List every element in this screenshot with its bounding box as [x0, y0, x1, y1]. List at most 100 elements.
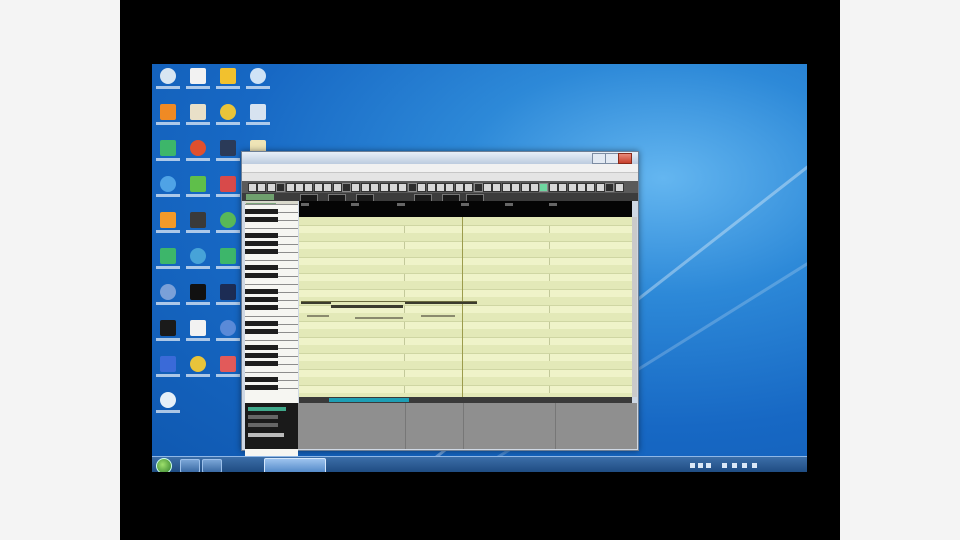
recycle-bin-icon[interactable]: [156, 68, 180, 89]
black-key[interactable]: [245, 289, 278, 294]
toolbar-button[interactable]: [257, 183, 267, 192]
timeline-ruler[interactable]: [299, 201, 632, 217]
document-icon[interactable]: [186, 68, 210, 89]
toolbar-button[interactable]: [295, 183, 304, 192]
toolbar-button[interactable]: [567, 183, 577, 192]
track-selector[interactable]: [246, 194, 274, 200]
note[interactable]: [331, 305, 403, 308]
maximize-button[interactable]: [605, 153, 619, 164]
chrome-alt-icon[interactable]: [156, 248, 180, 269]
black-key[interactable]: [245, 305, 278, 310]
green-app-icon[interactable]: [186, 176, 210, 197]
utility-icon[interactable]: [186, 248, 210, 269]
toolbar-button[interactable]: [285, 183, 295, 192]
toolbar-button[interactable]: [464, 183, 474, 192]
paint-app-icon[interactable]: [216, 104, 240, 125]
chrome-2-icon[interactable]: [216, 248, 240, 269]
chrome-icon[interactable]: [156, 140, 180, 161]
toolbar-button[interactable]: [342, 183, 351, 192]
refresh-icon[interactable]: [216, 212, 240, 233]
toolbar-button[interactable]: [313, 183, 323, 192]
explorer-button[interactable]: [180, 459, 200, 472]
tray-icon[interactable]: [722, 463, 727, 468]
toolbar-button[interactable]: [483, 183, 492, 192]
toolbar-button[interactable]: [539, 183, 549, 192]
media-icon[interactable]: [156, 284, 180, 305]
close-button[interactable]: [618, 153, 632, 164]
toolbar-button[interactable]: [454, 183, 464, 192]
parameter-selector[interactable]: [245, 403, 298, 449]
black-key[interactable]: [245, 209, 278, 214]
toolbar-button[interactable]: [614, 183, 624, 192]
toolbar-button[interactable]: [389, 183, 398, 192]
toolbar-button[interactable]: [548, 183, 558, 192]
black-logo-icon[interactable]: [156, 320, 180, 341]
toolbar-button[interactable]: [501, 183, 511, 192]
mail-icon[interactable]: [216, 356, 240, 377]
smiley-app-icon[interactable]: [216, 68, 240, 89]
notepad-icon[interactable]: [156, 392, 180, 413]
shortcut-icon[interactable]: [246, 68, 270, 89]
toolbar-button[interactable]: [586, 183, 596, 192]
blue-letter-icon[interactable]: [156, 356, 180, 377]
toolbar-button[interactable]: [332, 183, 342, 192]
scroll-thumb[interactable]: [329, 398, 409, 402]
grid-app-icon[interactable]: [216, 176, 240, 197]
black-key[interactable]: [245, 241, 278, 246]
tray-icon[interactable]: [706, 463, 711, 468]
toolbar-button[interactable]: [379, 183, 389, 192]
toolbar-button[interactable]: [595, 183, 605, 192]
window-titlebar[interactable]: [242, 152, 638, 164]
toolbar-button[interactable]: [360, 183, 370, 192]
tool-icon[interactable]: [246, 104, 270, 125]
black-key[interactable]: [245, 233, 278, 238]
paper-icon[interactable]: [186, 320, 210, 341]
pinned-app-button[interactable]: [202, 459, 222, 472]
toolbar-button[interactable]: [492, 183, 502, 192]
param-button[interactable]: [248, 433, 284, 437]
black-key[interactable]: [245, 385, 278, 390]
black-key[interactable]: [245, 273, 278, 278]
orange-ball-icon[interactable]: [156, 212, 180, 233]
blue-gear-icon[interactable]: [216, 320, 240, 341]
param-button[interactable]: [248, 407, 286, 411]
param-button[interactable]: [248, 423, 278, 427]
toolbar-button[interactable]: [426, 183, 436, 192]
toolbar-button[interactable]: [520, 183, 530, 192]
param-button[interactable]: [248, 415, 278, 419]
minimize-button[interactable]: [592, 153, 606, 164]
dark-app-icon[interactable]: [186, 212, 210, 233]
toolbar-button[interactable]: [276, 183, 286, 192]
toolbar-button[interactable]: [266, 183, 276, 192]
volume-icon[interactable]: [742, 463, 747, 468]
orange-app-icon[interactable]: [156, 104, 180, 125]
toolbar-button[interactable]: [605, 183, 615, 192]
toolbar-button[interactable]: [577, 183, 586, 192]
network-icon[interactable]: [732, 463, 737, 468]
black-key[interactable]: [245, 353, 278, 358]
ie-icon[interactable]: [156, 176, 180, 197]
parameter-panel[interactable]: [245, 403, 637, 449]
black-key[interactable]: [245, 217, 278, 222]
toolbar-button[interactable]: [445, 183, 455, 192]
toolbar-button[interactable]: [417, 183, 427, 192]
dark-blue-app-icon[interactable]: [216, 284, 240, 305]
toolbar-button[interactable]: [436, 183, 445, 192]
red-app-icon[interactable]: [186, 140, 210, 161]
black-app-icon[interactable]: [186, 284, 210, 305]
toolbar-button[interactable]: [304, 183, 314, 192]
flag-icon[interactable]: [752, 463, 757, 468]
toolbar-button[interactable]: [530, 183, 539, 192]
vertical-scrollbar[interactable]: [632, 217, 637, 397]
black-key[interactable]: [245, 329, 278, 334]
black-key[interactable]: [245, 377, 278, 382]
toolbar-button[interactable]: [323, 183, 333, 192]
black-key[interactable]: [245, 361, 278, 366]
start-button[interactable]: [156, 458, 172, 472]
black-key[interactable]: [245, 345, 278, 350]
yellow-folder-icon[interactable]: [186, 356, 210, 377]
active-task-button[interactable]: [264, 458, 326, 472]
toolbar-button[interactable]: [248, 183, 257, 192]
picture-icon[interactable]: [186, 104, 210, 125]
tray-icon[interactable]: [698, 463, 703, 468]
